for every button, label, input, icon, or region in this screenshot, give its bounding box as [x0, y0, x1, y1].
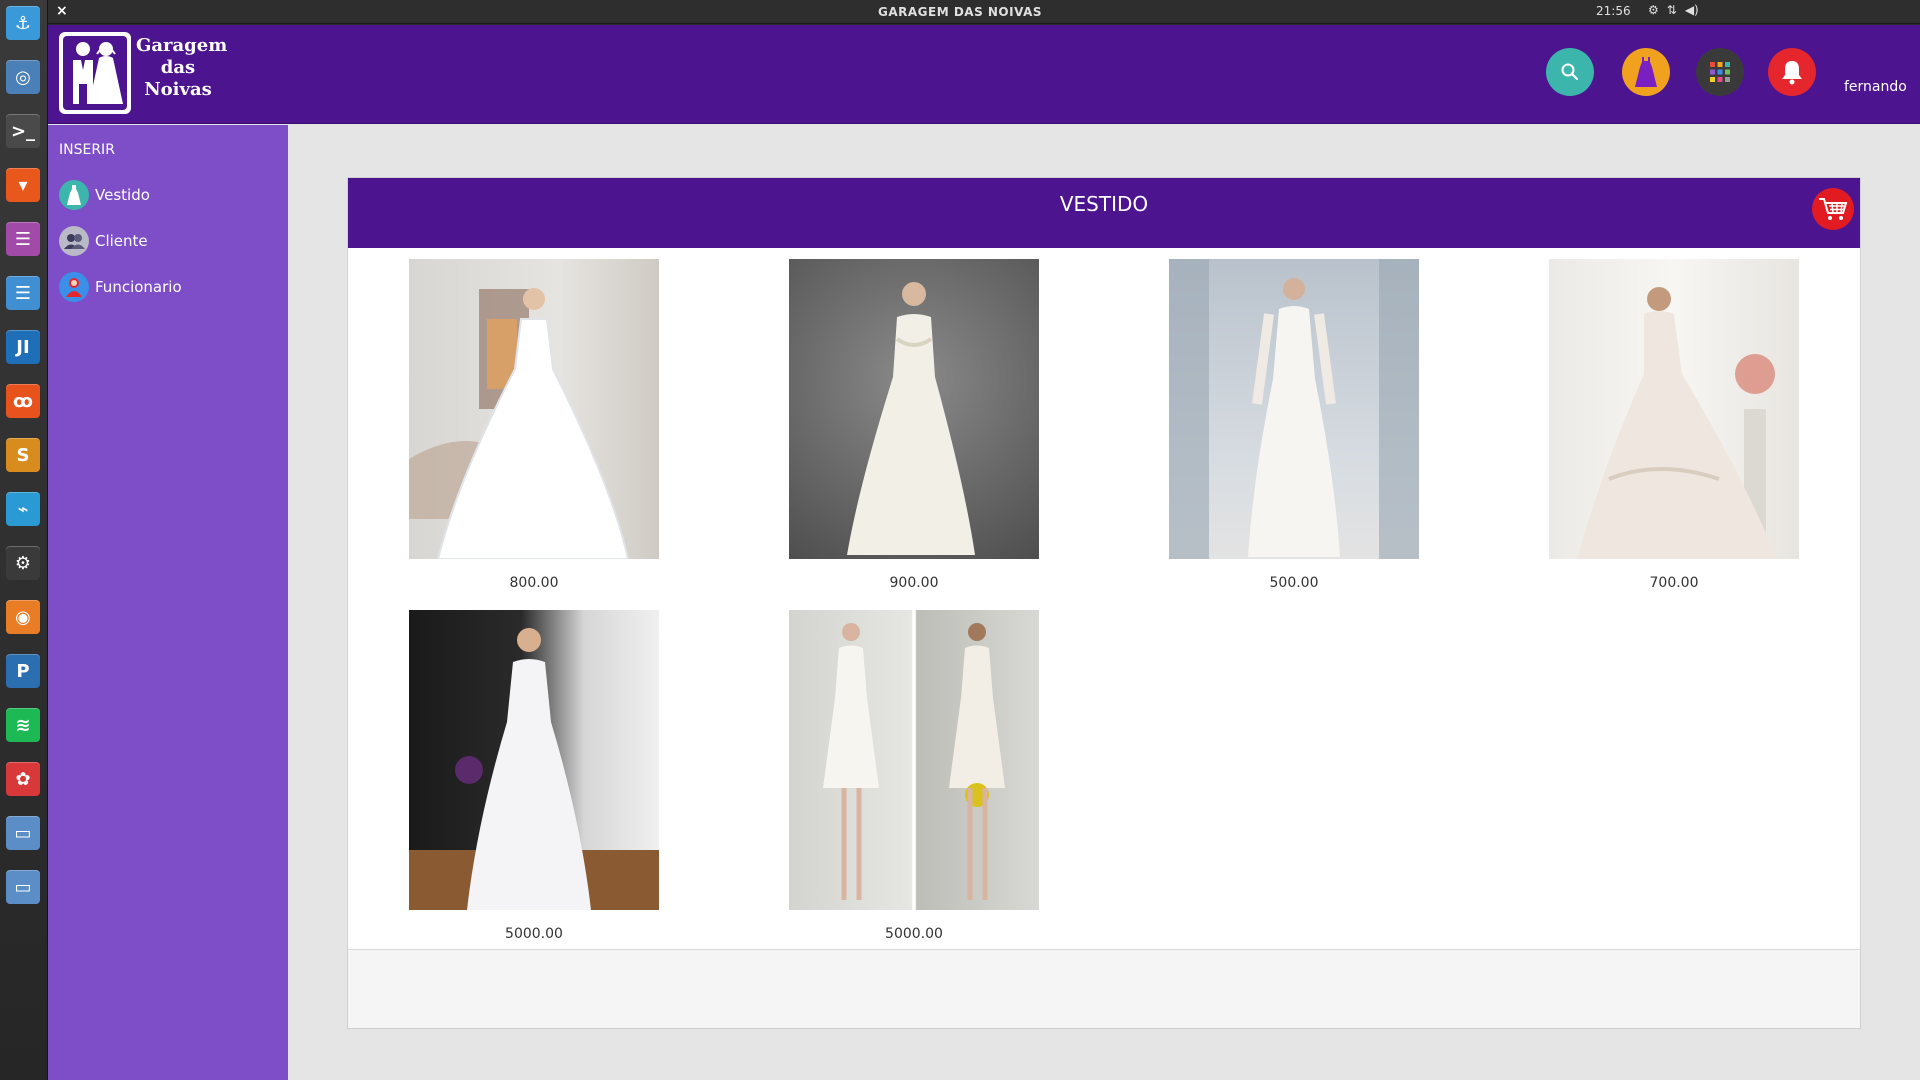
product-card[interactable]: 700.00 — [1549, 259, 1799, 591]
top-navbar: Garagem das Noivas fernando — [48, 25, 1920, 124]
search-icon — [1561, 63, 1579, 81]
shopping-cart-icon — [1819, 198, 1848, 220]
sidebar-item-label: Vestido — [95, 186, 150, 204]
spotify-launcher-icon[interactable]: ≋ — [6, 708, 40, 742]
dress-catalog-panel: VESTIDO 800.00 900.00 500.00 700.00 5000… — [347, 177, 1861, 1029]
sidebar-item-cliente[interactable]: Cliente — [59, 225, 148, 257]
product-price: 500.00 — [1269, 575, 1319, 591]
system-clock[interactable]: 21:56 — [1596, 4, 1631, 18]
dress-icon — [59, 180, 89, 210]
product-price: 700.00 — [1649, 575, 1699, 591]
monitor-launcher-icon[interactable]: ⌁ — [6, 492, 40, 526]
product-price: 800.00 — [509, 575, 559, 591]
window-titlebar: × GARAGEM DAS NOIVAS 21:56 ⚙ ⇅ ◀) — [0, 0, 1920, 24]
brand-name: Garagem das Noivas — [136, 35, 228, 100]
window-2-launcher-icon[interactable]: ▭ — [6, 870, 40, 904]
volume-icon[interactable]: ◀) — [1685, 3, 1699, 17]
dress-photo[interactable] — [1169, 259, 1419, 559]
search-button[interactable] — [1546, 48, 1594, 96]
product-card[interactable]: 5000.00 — [409, 610, 659, 942]
dress-icon — [1635, 57, 1657, 87]
sublime-launcher-icon[interactable]: S — [6, 438, 40, 472]
window-1-launcher-icon[interactable]: ▭ — [6, 816, 40, 850]
anchor-launcher-icon[interactable]: ⚓ — [6, 6, 40, 40]
employee-icon — [59, 272, 89, 302]
product-card[interactable]: 5000.00 — [789, 610, 1039, 942]
brand-logo[interactable] — [59, 32, 131, 114]
blender-launcher-icon[interactable]: ◉ — [6, 600, 40, 634]
game-launcher-icon[interactable]: ✿ — [6, 762, 40, 796]
sidebar: INSERIR Vestido Cliente Funcionario — [48, 125, 288, 1080]
cart-button[interactable] — [1812, 188, 1854, 230]
panel-title: VESTIDO — [1059, 192, 1149, 216]
product-price: 900.00 — [889, 575, 939, 591]
chromium-launcher-icon[interactable]: ◎ — [6, 60, 40, 94]
dress-photo[interactable] — [1549, 259, 1799, 559]
dress-photo[interactable] — [789, 610, 1039, 910]
panel-header: VESTIDO — [348, 178, 1860, 248]
steam-launcher-icon[interactable]: ⚙ — [6, 546, 40, 580]
product-card[interactable]: 900.00 — [789, 259, 1039, 591]
settings-icon[interactable]: ⚙ — [1648, 3, 1659, 17]
clients-icon — [59, 226, 89, 256]
app-launcher: ⚓ ◎ >_ ▾ ☰ ☰ JI ꝏ S ⌁ ⚙ ◉ P ≋ ✿ ▭ ▭ — [0, 0, 48, 1080]
sidebar-section-title: INSERIR — [59, 142, 115, 158]
presentation-launcher-icon[interactable]: ▾ — [6, 168, 40, 202]
writer-launcher-icon[interactable]: ☰ — [6, 276, 40, 310]
terminal-launcher-icon[interactable]: >_ — [6, 114, 40, 148]
document-launcher-icon[interactable]: ☰ — [6, 222, 40, 256]
user-name[interactable]: fernando — [1844, 79, 1907, 95]
dress-photo[interactable] — [409, 259, 659, 559]
product-card[interactable]: 800.00 — [409, 259, 659, 591]
dress-photo[interactable] — [409, 610, 659, 910]
window-title: GARAGEM DAS NOIVAS — [877, 5, 1042, 19]
application-window: Garagem das Noivas fernando INSERIR Vest… — [48, 25, 1920, 1080]
network-icon[interactable]: ⇅ — [1667, 3, 1677, 17]
intellij-launcher-icon[interactable]: JI — [6, 330, 40, 364]
notifications-button[interactable] — [1768, 48, 1816, 96]
sidebar-item-funcionario[interactable]: Funcionario — [59, 271, 182, 303]
product-card[interactable]: 500.00 — [1169, 259, 1419, 591]
apps-grid-icon — [1710, 62, 1730, 82]
xampp-launcher-icon[interactable]: ꝏ — [6, 384, 40, 418]
dresses-button[interactable] — [1622, 48, 1670, 96]
bride-groom-icon — [73, 42, 123, 104]
sidebar-item-label: Funcionario — [95, 278, 182, 296]
product-price: 5000.00 — [885, 926, 943, 942]
bell-icon — [1782, 61, 1802, 85]
product-price: 5000.00 — [505, 926, 563, 942]
dress-photo[interactable] — [789, 259, 1039, 559]
sidebar-item-vestido[interactable]: Vestido — [59, 179, 150, 211]
panel-footer — [348, 949, 1860, 1028]
system-tray[interactable]: ⚙ ⇅ ◀) — [1648, 3, 1699, 17]
sidebar-item-label: Cliente — [95, 232, 148, 250]
apps-grid-button[interactable] — [1696, 48, 1744, 96]
pencil-launcher-icon[interactable]: P — [6, 654, 40, 688]
